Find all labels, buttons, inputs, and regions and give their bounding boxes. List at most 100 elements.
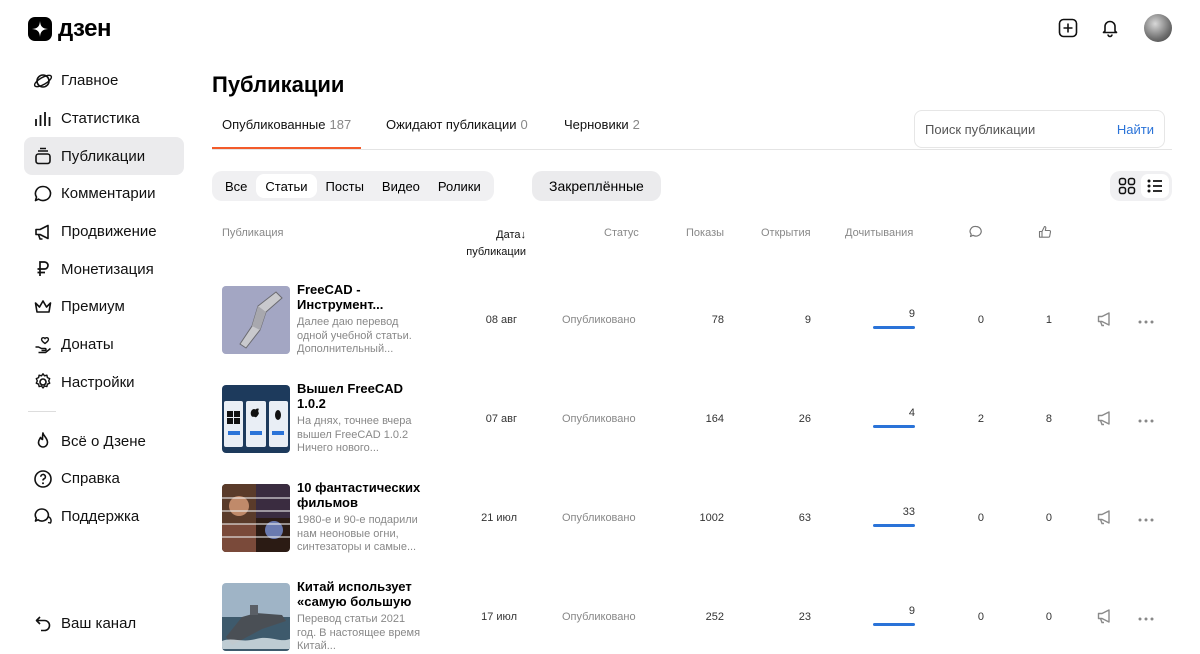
- bell-icon[interactable]: [1098, 16, 1122, 40]
- tab-label: Ожидают публикации: [386, 117, 517, 132]
- sidebar-item-label: Настройки: [61, 373, 135, 391]
- publication-title[interactable]: 10 фантастических фильмов которые...: [297, 480, 423, 510]
- tab-count: 187: [329, 117, 352, 132]
- sidebar-item-your-channel[interactable]: Ваш канал: [24, 605, 136, 643]
- add-publication-icon[interactable]: [1056, 16, 1080, 40]
- sidebar-item-donates[interactable]: Донаты: [24, 326, 184, 364]
- page-title: Публикации: [212, 72, 345, 97]
- table-row[interactable]: Китай использует «самую большую ... Пере…: [212, 573, 1172, 654]
- opens-value: 63: [798, 512, 811, 524]
- gear-icon: [32, 372, 53, 393]
- sidebar-item-stats[interactable]: Статистика: [24, 100, 184, 138]
- sidebar-item-help[interactable]: Справка: [24, 460, 184, 498]
- table-row[interactable]: 10 фантастических фильмов которые... 198…: [212, 474, 1172, 564]
- dzen-logo[interactable]: дзен: [28, 17, 111, 41]
- more-options-icon[interactable]: [1138, 510, 1154, 528]
- sidebar-item-label: Премиум: [61, 298, 125, 316]
- reads-bar: [873, 623, 915, 626]
- publication-title[interactable]: Китай использует «самую большую ...: [297, 579, 423, 609]
- support-chat-icon: [32, 506, 53, 527]
- promote-megaphone-icon[interactable]: [1096, 409, 1114, 432]
- crown-icon: [32, 296, 53, 317]
- sidebar-item-label: Донаты: [61, 336, 114, 354]
- list-view-icon[interactable]: [1141, 174, 1169, 198]
- thumbnail: [222, 484, 290, 552]
- publication-description: Перевод статьи 2021 год. В настоящее вре…: [297, 613, 421, 652]
- sidebar-item-label: Главное: [61, 72, 119, 90]
- opens-value: 26: [798, 413, 811, 425]
- filter-shorts[interactable]: Ролики: [429, 174, 490, 198]
- sidebar-item-label: Монетизация: [61, 260, 154, 278]
- filter-video[interactable]: Видео: [373, 174, 429, 198]
- more-options-icon[interactable]: [1138, 312, 1154, 330]
- back-arrow-icon: [32, 613, 53, 634]
- publication-title[interactable]: Вышел FreeCAD 1.0.2: [297, 381, 423, 411]
- sidebar-item-promotion[interactable]: Продвижение: [24, 213, 184, 251]
- publication-date: 07 авг: [485, 413, 517, 425]
- promote-megaphone-icon[interactable]: [1096, 310, 1114, 333]
- column-date-label: Дата: [496, 229, 521, 241]
- status-text: Опубликовано: [562, 314, 636, 326]
- flame-icon: [32, 431, 53, 452]
- column-opens: Открытия: [761, 227, 811, 239]
- search-input[interactable]: [925, 121, 1117, 137]
- comments-value: 0: [977, 611, 984, 623]
- column-date[interactable]: Дата↓ публикации: [440, 227, 526, 261]
- tab-published[interactable]: Опубликованные 187: [211, 117, 362, 149]
- avatar[interactable]: [1144, 14, 1172, 42]
- more-options-icon[interactable]: [1138, 411, 1154, 429]
- filter-articles[interactable]: Статьи: [256, 174, 317, 198]
- publication-date: 21 июл: [481, 512, 517, 524]
- more-options-icon[interactable]: [1138, 609, 1154, 627]
- pinned-filter-button[interactable]: Закреплённые: [532, 171, 661, 201]
- sidebar-item-publications[interactable]: Публикации: [24, 137, 184, 176]
- sidebar-item-support[interactable]: Поддержка: [24, 498, 184, 536]
- logo-star-icon: [28, 17, 52, 41]
- publication-title[interactable]: FreeCAD - Инструмент...: [297, 282, 423, 312]
- comments-column-icon: [969, 225, 983, 242]
- sidebar-item-label: Продвижение: [61, 223, 157, 241]
- opens-value: 23: [798, 611, 811, 623]
- status-text: Опубликовано: [562, 611, 636, 623]
- promote-megaphone-icon[interactable]: [1096, 607, 1114, 630]
- search-button[interactable]: Найти: [1117, 122, 1154, 137]
- sidebar-item-premium[interactable]: Премиум: [24, 288, 184, 326]
- search-box: Найти: [914, 110, 1165, 148]
- likes-column-icon: [1038, 225, 1052, 242]
- tab-scheduled[interactable]: Ожидают публикации 0: [386, 117, 528, 132]
- type-filter: Все Статьи Посты Видео Ролики: [212, 171, 494, 201]
- shows-value: 1002: [699, 512, 724, 524]
- publication-description: Далее даю перевод одной учебной статьи. …: [297, 316, 412, 355]
- publications-icon: [32, 146, 53, 167]
- table-row[interactable]: FreeCAD - Инструмент... Далее даю перево…: [212, 276, 1172, 366]
- sidebar-divider: [28, 411, 56, 413]
- sidebar-item-monetization[interactable]: Монетизация: [24, 250, 184, 288]
- table-row[interactable]: Вышел FreeCAD 1.0.2 На днях, точнее вчер…: [212, 375, 1172, 465]
- promote-megaphone-icon[interactable]: [1096, 508, 1114, 531]
- tab-drafts[interactable]: Черновики 2: [564, 117, 640, 132]
- filter-all[interactable]: Все: [216, 174, 256, 198]
- status-text: Опубликовано: [562, 413, 636, 425]
- sidebar-item-label: Комментарии: [61, 185, 156, 203]
- tab-label: Черновики: [564, 117, 629, 132]
- reads-value: 9: [908, 605, 915, 617]
- publication-description: 1980-е и 90-е подарили нам неоновые огни…: [297, 514, 418, 553]
- comment-icon: [32, 183, 53, 204]
- filter-posts[interactable]: Посты: [317, 174, 373, 198]
- sort-down-arrow-icon: ↓: [520, 229, 527, 241]
- reads-bar: [873, 425, 915, 428]
- column-reads: Дочитывания: [845, 227, 914, 239]
- publication-date: 08 авг: [485, 314, 517, 326]
- comments-value: 2: [977, 413, 984, 425]
- sidebar-item-settings[interactable]: Настройки: [24, 364, 184, 402]
- grid-view-icon[interactable]: [1113, 174, 1141, 198]
- reads-value: 4: [908, 407, 915, 419]
- sidebar-item-comments[interactable]: Комментарии: [24, 175, 184, 213]
- thumbnail: [222, 385, 290, 453]
- sidebar-item-main[interactable]: Главное: [24, 62, 184, 100]
- megaphone-icon: [32, 221, 53, 242]
- publication-date: 17 июл: [481, 611, 517, 623]
- sidebar-item-label: Всё о Дзене: [61, 432, 146, 450]
- sidebar-item-label: Статистика: [61, 110, 140, 128]
- sidebar-item-about[interactable]: Всё о Дзене: [24, 422, 184, 460]
